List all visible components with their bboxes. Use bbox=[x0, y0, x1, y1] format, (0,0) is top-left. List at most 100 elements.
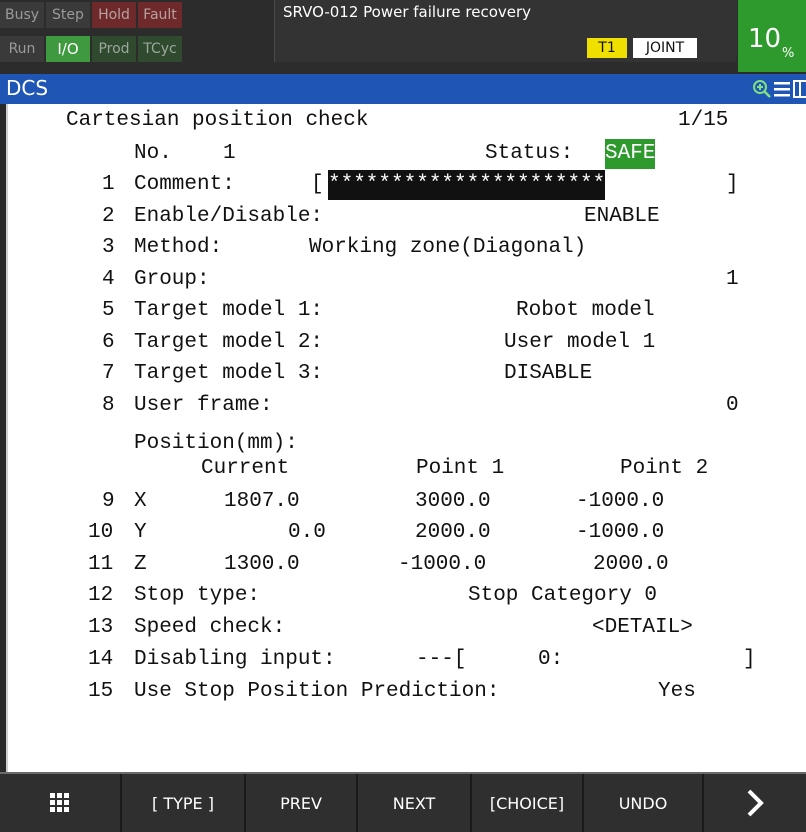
target-model-1-label: Target model 1: bbox=[134, 299, 324, 322]
busy-indicator: Busy bbox=[0, 2, 44, 28]
f5-undo-button[interactable]: UNDO bbox=[584, 774, 704, 832]
disabling-input-close-bracket: ] bbox=[743, 648, 756, 671]
status-bar: Busy Step Hold Fault Run I/O Prod TCyc S… bbox=[0, 0, 806, 82]
stop-type-value[interactable]: Stop Category 0 bbox=[468, 581, 657, 611]
disabling-input-index[interactable]: 0: bbox=[538, 645, 563, 675]
split-window-icon[interactable] bbox=[793, 80, 806, 98]
item-speed-check[interactable]: 13 Speed check: <DETAIL> bbox=[8, 613, 806, 643]
enable-label: Enable/Disable: bbox=[134, 205, 324, 228]
point1-value[interactable]: -1000.0 bbox=[398, 550, 486, 580]
f3-next-button[interactable]: NEXT bbox=[358, 774, 472, 832]
item-target-model-1[interactable]: 5 Target model 1: Robot model bbox=[8, 296, 806, 326]
hamburger-icon[interactable] bbox=[774, 80, 790, 98]
f4-choice-button[interactable]: [CHOICE] bbox=[472, 774, 584, 832]
chevron-right-icon bbox=[747, 789, 764, 817]
number-status-row: No. 1 Status: SAFE bbox=[8, 139, 806, 169]
t1-mode-badge: T1 bbox=[587, 38, 627, 58]
f2-prev-button[interactable]: PREV bbox=[246, 774, 358, 832]
item-number: 6 bbox=[102, 331, 115, 354]
col-current-header: Current bbox=[201, 457, 290, 480]
item-disabling-input[interactable]: 14 Disabling input: ---[ 0: ] bbox=[8, 645, 806, 675]
position-row-y[interactable]: 10 Y 0.0 2000.0 -1000.0 bbox=[8, 518, 806, 548]
item-user-frame[interactable]: 8 User frame: 0 bbox=[8, 391, 806, 421]
axis-label: X bbox=[134, 490, 147, 513]
item-number: 8 bbox=[102, 394, 115, 417]
user-frame-value[interactable]: 0 bbox=[726, 391, 739, 421]
io-indicator: I/O bbox=[46, 36, 90, 62]
item-number: 5 bbox=[102, 299, 115, 322]
position-row-x[interactable]: 9 X 1807.0 3000.0 -1000.0 bbox=[8, 487, 806, 517]
current-value: 1300.0 bbox=[224, 553, 300, 576]
stop-type-label: Stop type: bbox=[134, 584, 261, 607]
page-title: DCS bbox=[6, 76, 49, 100]
target-model-1-value[interactable]: Robot model bbox=[516, 296, 655, 326]
grid-icon bbox=[50, 793, 69, 812]
speed-check-label: Speed check: bbox=[134, 616, 286, 639]
stop-prediction-label: Use Stop Position Prediction: bbox=[134, 680, 500, 703]
group-value[interactable]: 1 bbox=[726, 265, 739, 295]
comment-field[interactable]: ********************** bbox=[328, 170, 606, 200]
user-frame-label: User frame: bbox=[134, 394, 273, 417]
tcyc-indicator: TCyc bbox=[138, 36, 182, 62]
enable-value[interactable]: ENABLE bbox=[584, 202, 660, 232]
item-number: 1 bbox=[102, 173, 115, 196]
comment-label: Comment: bbox=[134, 173, 235, 196]
step-indicator: Step bbox=[46, 2, 90, 28]
alarm-message: SRVO-012 Power failure recovery bbox=[283, 3, 532, 21]
point1-value[interactable]: 2000.0 bbox=[415, 518, 491, 548]
f1-type-button[interactable]: [ TYPE ] bbox=[122, 774, 246, 832]
override-value: 10 bbox=[748, 24, 782, 54]
next-page-button[interactable] bbox=[704, 774, 806, 832]
item-number: 2 bbox=[102, 205, 115, 228]
item-number: 14 bbox=[88, 648, 114, 671]
point1-value[interactable]: 3000.0 bbox=[415, 487, 491, 517]
disabling-input-label: Disabling input: bbox=[134, 648, 336, 671]
menu-grid-button[interactable] bbox=[0, 774, 122, 832]
point2-value[interactable]: -1000.0 bbox=[576, 518, 664, 548]
override-box[interactable]: 10 % bbox=[738, 0, 806, 72]
run-indicator: Run bbox=[0, 36, 44, 62]
item-number: 13 bbox=[88, 616, 114, 639]
title-bar: DCS bbox=[0, 74, 806, 104]
item-number: 3 bbox=[102, 236, 115, 259]
fault-indicator: Fault bbox=[138, 2, 182, 28]
item-target-model-2[interactable]: 6 Target model 2: User model 1 bbox=[8, 328, 806, 358]
screen-heading: Cartesian position check bbox=[66, 109, 369, 132]
item-comment[interactable]: 1 Comment: [ ********************** ] bbox=[8, 170, 806, 200]
heading-row: Cartesian position check 1/15 bbox=[8, 106, 806, 136]
dcs-content: Cartesian position check 1/15 No. 1 Stat… bbox=[6, 104, 806, 772]
point2-value[interactable]: -1000.0 bbox=[576, 487, 664, 517]
axis-label: Z bbox=[134, 553, 147, 576]
comment-close-bracket: ] bbox=[726, 173, 739, 196]
target-model-2-label: Target model 2: bbox=[134, 331, 324, 354]
item-number: 15 bbox=[88, 680, 114, 703]
function-key-bar: [ TYPE ] PREV NEXT [CHOICE] UNDO bbox=[0, 772, 806, 832]
zoom-in-icon[interactable] bbox=[752, 79, 772, 99]
item-number: 11 bbox=[88, 553, 114, 576]
col-point1-header: Point 1 bbox=[416, 457, 505, 480]
method-value[interactable]: Working zone(Diagonal) bbox=[309, 233, 586, 263]
point2-value[interactable]: 2000.0 bbox=[593, 550, 669, 580]
status-label: Status: bbox=[485, 142, 574, 165]
item-group[interactable]: 4 Group: 1 bbox=[8, 265, 806, 295]
current-value: 0.0 bbox=[288, 521, 326, 544]
comment-open-bracket: [ bbox=[311, 173, 324, 196]
stop-prediction-value[interactable]: Yes bbox=[658, 677, 696, 707]
speed-check-detail[interactable]: <DETAIL> bbox=[592, 613, 693, 643]
item-method[interactable]: 3 Method: Working zone(Diagonal) bbox=[8, 233, 806, 263]
target-model-3-value[interactable]: DISABLE bbox=[504, 359, 592, 389]
col-point2-header: Point 2 bbox=[620, 457, 709, 480]
item-target-model-3[interactable]: 7 Target model 3: DISABLE bbox=[8, 359, 806, 389]
page-indicator: 1/15 bbox=[678, 109, 729, 132]
position-row-z[interactable]: 11 Z 1300.0 -1000.0 2000.0 bbox=[8, 550, 806, 580]
target-model-2-value[interactable]: User model 1 bbox=[504, 328, 655, 358]
current-value: 1807.0 bbox=[224, 490, 300, 513]
prod-indicator: Prod bbox=[92, 36, 136, 62]
item-stop-prediction[interactable]: 15 Use Stop Position Prediction: Yes bbox=[8, 677, 806, 707]
group-label: Group: bbox=[134, 268, 210, 291]
disabling-input-type[interactable]: ---[ bbox=[416, 645, 466, 675]
method-label: Method: bbox=[134, 236, 223, 259]
item-enable[interactable]: 2 Enable/Disable: ENABLE bbox=[8, 202, 806, 232]
item-stop-type[interactable]: 12 Stop type: Stop Category 0 bbox=[8, 581, 806, 611]
hold-indicator: Hold bbox=[92, 2, 136, 28]
